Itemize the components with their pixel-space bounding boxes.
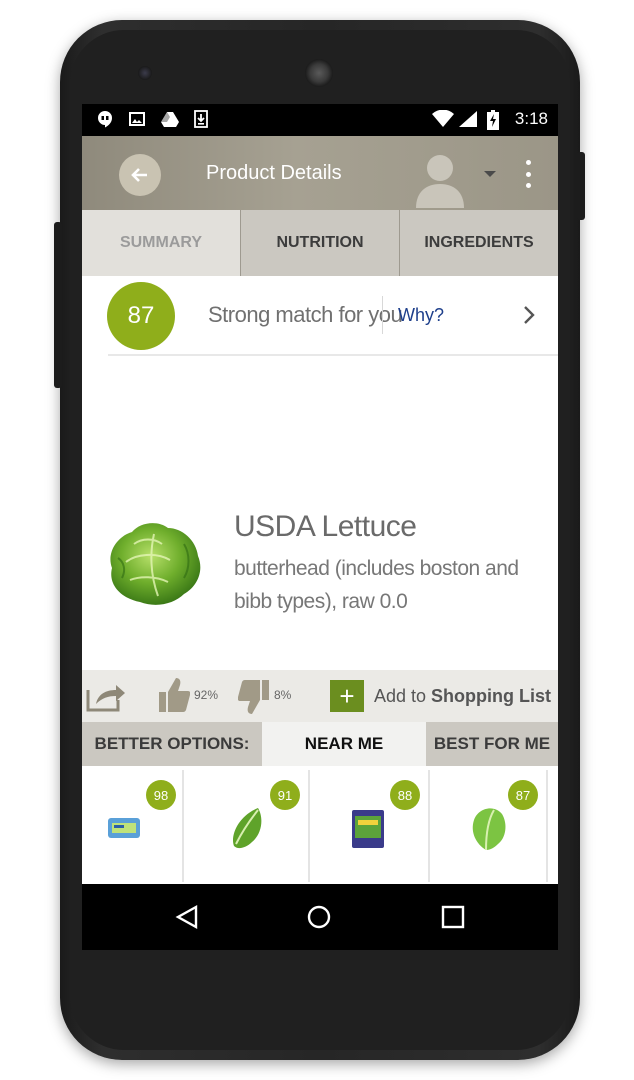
action-bar: 92% 8% + Add to Shopping List	[82, 670, 558, 722]
product-name: USDA Lettuce	[234, 510, 417, 543]
score-badge: 91	[270, 780, 300, 810]
overflow-menu-icon[interactable]	[524, 160, 532, 188]
back-button[interactable]	[119, 154, 161, 196]
match-text: Strong match for you	[208, 302, 403, 327]
navigation-bar	[82, 884, 558, 950]
chevron-right-icon[interactable]	[522, 304, 536, 333]
alternative-product-card[interactable]: 91	[184, 770, 310, 882]
volume-button	[54, 222, 62, 388]
divider	[382, 296, 383, 334]
score-badge: 98	[146, 780, 176, 810]
share-icon[interactable]	[86, 682, 126, 712]
romaine-image	[228, 806, 268, 855]
better-options-label: BETTER OPTIONS:	[94, 734, 250, 753]
tab-near-me[interactable]: NEAR ME	[262, 722, 426, 766]
like-percentage: 92%	[194, 688, 219, 702]
tab-best-for-me[interactable]: BEST FOR ME	[426, 722, 558, 766]
add-icon[interactable]: +	[330, 680, 364, 712]
alternative-product-card[interactable]: 98	[82, 770, 184, 882]
score-badge: 87	[508, 780, 538, 810]
user-avatar-icon[interactable]	[414, 150, 466, 208]
tab-summary[interactable]: SUMMARY	[82, 210, 240, 276]
image-icon	[128, 110, 146, 128]
nav-recents-icon[interactable]	[440, 904, 466, 930]
front-camera	[138, 66, 152, 80]
product-description: butterhead (includes boston and bibb typ…	[234, 557, 519, 613]
thumbs-down-icon[interactable]	[237, 680, 270, 718]
tab-ingredients[interactable]: INGREDIENTS	[399, 210, 558, 276]
thumbs-up-icon[interactable]	[158, 676, 191, 714]
nav-back-icon[interactable]	[174, 904, 200, 930]
alternative-product-card[interactable]: 88	[310, 770, 430, 882]
wifi-icon	[432, 109, 454, 128]
drive-icon	[160, 110, 179, 128]
signal-icon	[458, 110, 478, 128]
nav-home-icon[interactable]	[306, 904, 332, 930]
earpiece-speaker	[305, 59, 333, 87]
account-dropdown-icon[interactable]	[484, 171, 496, 177]
dislike-percentage: 8%	[274, 688, 292, 702]
lettuce-image	[104, 514, 204, 610]
back-arrow-icon	[131, 168, 147, 182]
add-to-label: Add to	[374, 686, 432, 706]
spinach-bag-image	[350, 808, 386, 855]
power-button	[577, 152, 585, 220]
status-bar: 3:18	[82, 104, 558, 136]
shopping-list-label: Shopping List	[431, 686, 552, 706]
tab-bar: SUMMARY NUTRITION INGREDIENTS	[82, 210, 558, 276]
match-row[interactable]: 87 Strong match for you Why?	[82, 276, 558, 356]
why-link[interactable]: Why?	[398, 305, 444, 326]
battery-charging-icon	[486, 110, 500, 130]
download-icon	[192, 110, 210, 128]
clock: 3:18	[514, 109, 548, 128]
page-title: Product Details	[206, 162, 342, 184]
divider	[108, 354, 558, 356]
leaf-lettuce-image	[468, 804, 508, 857]
screen: 3:18 Product Details SUMMARY NUTRITION I…	[82, 104, 558, 950]
alternative-product-card[interactable]: 87	[430, 770, 548, 882]
score-badge: 88	[390, 780, 420, 810]
alternatives-list: 98 91 88 87	[82, 766, 558, 884]
hangouts-icon	[96, 110, 114, 128]
match-score-badge: 87	[107, 282, 175, 350]
salad-bag-image	[106, 814, 142, 847]
tab-nutrition[interactable]: NUTRITION	[240, 210, 399, 276]
app-bar: Product Details	[82, 136, 558, 210]
add-to-shopping-list-button[interactable]: Add to Shopping List	[374, 686, 551, 707]
better-options-bar: BETTER OPTIONS: NEAR ME BEST FOR ME	[82, 722, 558, 766]
